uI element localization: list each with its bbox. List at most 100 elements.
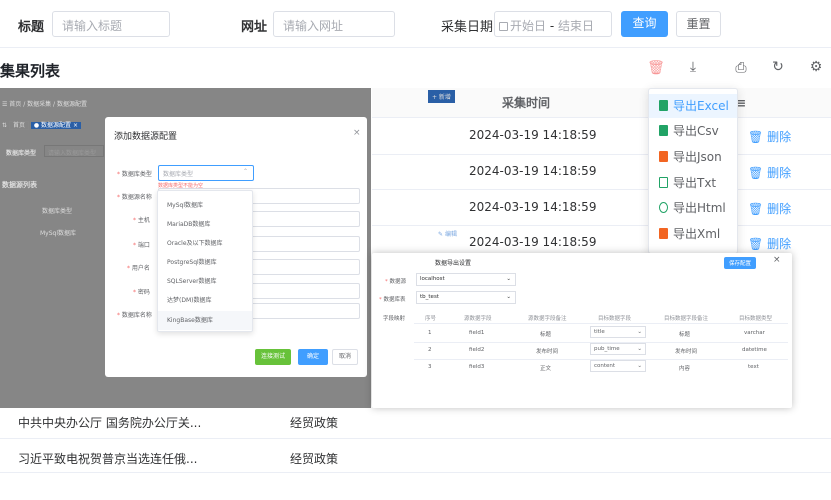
csv-icon — [659, 125, 668, 136]
add-button[interactable]: + 新增 — [428, 90, 455, 103]
download-icon[interactable]: ⤓ — [683, 59, 703, 75]
table-label-text: 数据库表 — [383, 297, 406, 303]
target-field-select[interactable]: title ⌄ — [590, 326, 646, 338]
table-value: tb_test — [420, 294, 439, 300]
breadcrumb-text: 首页 / 数据采集 / 数据源配置 — [9, 101, 87, 108]
url-input[interactable]: 请输入网址 — [273, 11, 395, 37]
filter-input[interactable]: 请输入数据库类型 — [44, 145, 104, 157]
table-select[interactable]: tb_test ⌄ — [416, 291, 516, 304]
divider — [0, 438, 831, 439]
db-type-label-text: 数据库类型 — [121, 171, 152, 178]
print-icon[interactable]: ⎙ — [731, 60, 751, 76]
header-cell: 目标数据字段 — [598, 316, 632, 322]
target-field-select[interactable]: content ⌄ — [590, 360, 646, 372]
cell: 正文 — [540, 366, 552, 372]
option-item[interactable]: KingBase数据库 — [158, 311, 252, 330]
db-type-select[interactable]: 数据库类型 ⌃ — [158, 165, 254, 181]
row-category: 经贸政策 — [290, 416, 339, 430]
row-time: 2024-03-19 14:18:59 — [469, 235, 597, 249]
user-label: * 用户名 — [127, 265, 150, 272]
title-input[interactable]: 请输入标题 — [52, 11, 170, 37]
cell: field2 — [469, 347, 485, 353]
option-item[interactable]: MySql数据库 — [158, 196, 252, 215]
excel-icon — [659, 100, 668, 111]
menu-label: 导出Json — [673, 150, 722, 164]
panel-title: 数据导出设置 — [435, 260, 472, 267]
delete-link[interactable]: 🗑 删除 — [748, 235, 791, 252]
tabs-bar: ⇅ 首页 ● 数据源配置 × — [2, 120, 81, 130]
dialog-title: 添加数据源配置 — [114, 132, 178, 142]
export-excel-item[interactable]: 导出Excel — [649, 94, 737, 118]
export-html-item[interactable]: 导出Html — [649, 196, 737, 220]
tab-active-label: 数据源配置 — [41, 122, 72, 129]
export-txt-item[interactable]: 导出Txt — [649, 171, 737, 195]
mapping-table: 序号 源数据字段 源数据字段备注 目标数据字段 目标数据字段备注 目标数据类型 … — [414, 310, 788, 378]
export-xml-item[interactable]: 导出Xml — [649, 222, 737, 246]
export-json-item[interactable]: 导出Json — [649, 145, 737, 169]
cell: datetime — [742, 347, 767, 353]
source-select[interactable]: localhost ⌄ — [416, 273, 516, 286]
delete-icon[interactable]: 🗑 — [646, 60, 666, 76]
trash-icon: 🗑 — [748, 237, 764, 251]
date-label: 采集日期 — [441, 20, 494, 35]
url-label: 网址 — [241, 20, 268, 35]
menu-label: 导出Txt — [673, 176, 717, 190]
cancel-button[interactable]: 取消 — [332, 349, 358, 365]
calendar-icon — [499, 22, 508, 31]
query-button[interactable]: 查询 — [621, 11, 668, 37]
name-label-text: 数据源名称 — [121, 194, 152, 201]
settings-icon[interactable]: ⚙ — [806, 59, 826, 75]
ok-button[interactable]: 确定 — [298, 349, 328, 365]
divider — [372, 154, 831, 155]
export-csv-item[interactable]: 导出Csv — [649, 119, 737, 143]
option-item[interactable]: 达梦(DM)数据库 — [158, 291, 252, 310]
reset-button[interactable]: 重置 — [676, 11, 721, 37]
user-label-text: 用户名 — [131, 265, 150, 272]
pwd-label-text: 密码 — [137, 289, 150, 296]
col-type: 数据库类型 — [42, 208, 73, 215]
date-range-input[interactable]: 开始日 - 结束日 — [494, 11, 612, 37]
txt-icon — [659, 177, 668, 188]
chevron-down-icon: ⌄ — [637, 363, 642, 369]
delete-label: 删除 — [767, 130, 792, 144]
header-cell: 源数据字段备注 — [528, 316, 567, 322]
divider — [372, 189, 831, 190]
dbname-label-text: 数据库名称 — [121, 312, 152, 319]
row-type: MySql数据库 — [40, 230, 77, 237]
menu-label: 导出Xml — [673, 227, 721, 241]
edit-link[interactable]: ✎ 编辑 — [438, 229, 457, 238]
delete-link[interactable]: 🗑 删除 — [748, 200, 791, 217]
option-item[interactable]: SQLServer数据库 — [158, 272, 252, 291]
row-time: 2024-03-19 14:18:59 — [469, 164, 597, 178]
tab-home[interactable]: 首页 — [8, 121, 29, 130]
option-item[interactable]: MariaDB数据库 — [158, 215, 252, 234]
cell: 发布时间 — [675, 349, 698, 355]
refresh-icon[interactable]: ↻ — [768, 59, 788, 75]
save-config-button[interactable]: 保存配置 — [724, 257, 757, 269]
tab-active[interactable]: ● 数据源配置 × — [30, 122, 81, 129]
cell: text — [748, 364, 759, 370]
name-label: * 数据源名称 — [117, 194, 152, 201]
target-field-select[interactable]: pub_time ⌄ — [590, 343, 646, 355]
close-icon[interactable]: × — [773, 255, 781, 265]
source-value: localhost — [420, 276, 445, 282]
chevron-down-icon: ⌄ — [506, 276, 511, 282]
option-item[interactable]: PostgreSql数据库 — [158, 253, 252, 272]
date-end: 结束日 — [558, 19, 595, 33]
option-item[interactable]: Oracle及以下数据库 — [158, 234, 252, 253]
cell: 发布时间 — [536, 349, 559, 355]
breadcrumb: ☰ 首页 / 数据采集 / 数据源配置 — [2, 101, 87, 108]
close-icon[interactable]: × — [353, 128, 361, 138]
xml-icon — [659, 228, 668, 239]
dbname-label: * 数据库名称 — [117, 312, 152, 319]
delete-link[interactable]: 🗑 删除 — [748, 164, 791, 181]
header-cell: 源数据字段 — [464, 316, 492, 322]
menu-label: 导出Excel — [673, 99, 729, 113]
delete-link[interactable]: 🗑 删除 — [748, 128, 791, 145]
db-type-placeholder: 数据库类型 — [163, 171, 194, 178]
filter-label: 数据库类型 — [6, 150, 37, 157]
test-connection-button[interactable]: 连接测试 — [255, 349, 291, 365]
trash-icon: 🗑 — [748, 202, 764, 216]
header-cell: 目标数据类型 — [739, 316, 773, 322]
delete-label: 删除 — [767, 202, 792, 216]
